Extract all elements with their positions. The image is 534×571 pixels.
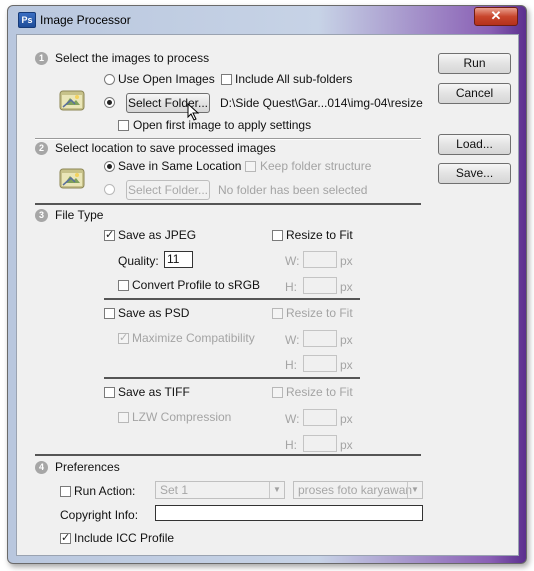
section3-heading: File Type [55,208,104,222]
section1-heading: Select the images to process [55,51,210,65]
save-as-psd-checkbox[interactable] [104,308,115,319]
section2-heading: Select location to save processed images [55,141,276,155]
copyright-label: Copyright Info: [60,508,139,522]
open-first-image-label[interactable]: Open first image to apply settings [133,118,311,132]
keep-folder-structure-checkbox[interactable] [245,161,256,172]
psd-width-input[interactable] [303,330,337,347]
quality-input[interactable]: 11 [164,251,193,268]
use-open-images-radio[interactable] [104,74,115,85]
jpeg-height-label: H: [285,280,297,294]
save-as-tiff-label[interactable]: Save as TIFF [118,385,190,399]
title-bar[interactable]: Ps Image Processor ✕ [8,6,526,32]
close-button[interactable]: ✕ [474,7,518,26]
copyright-input[interactable] [155,505,423,521]
convert-srgb-label[interactable]: Convert Profile to sRGB [132,278,260,292]
include-icc-label[interactable]: Include ICC Profile [74,531,174,545]
jpeg-height-unit: px [340,280,353,294]
psd-height-unit: px [340,358,353,372]
maximize-compatibility-checkbox[interactable]: ✓ [118,333,129,344]
jpeg-resize-checkbox[interactable] [272,230,283,241]
lzw-compression-label[interactable]: LZW Compression [132,410,231,424]
save-as-tiff-checkbox[interactable] [104,387,115,398]
tiff-height-unit: px [340,438,353,452]
window-title: Image Processor [40,13,131,27]
use-open-images-label[interactable]: Use Open Images [118,72,215,86]
section4-heading: Preferences [55,460,120,474]
select-dest-folder-button[interactable]: Select Folder... [126,180,210,200]
save-same-location-label[interactable]: Save in Same Location [118,159,241,173]
chevron-down-icon: ▼ [407,482,422,498]
save-as-psd-label[interactable]: Save as PSD [118,306,189,320]
action-set-select[interactable]: Set 1 ▼ [155,481,285,499]
step-4-badge: 4 [35,461,48,474]
save-as-jpeg-label[interactable]: Save as JPEG [118,228,196,242]
include-subfolders-label[interactable]: Include All sub-folders [235,72,352,86]
save-settings-button[interactable]: Save... [438,163,511,184]
section-divider [35,138,421,140]
maximize-compatibility-label[interactable]: Maximize Compatibility [132,331,255,345]
photoshop-app-icon: Ps [18,12,36,28]
load-button[interactable]: Load... [438,134,511,155]
keep-folder-structure-label[interactable]: Keep folder structure [260,159,371,173]
tiff-width-unit: px [340,412,353,426]
jpeg-resize-label[interactable]: Resize to Fit [286,228,353,242]
section-divider [35,454,421,456]
include-icc-checkbox[interactable]: ✓ [60,533,71,544]
jpeg-width-input[interactable] [303,251,337,268]
tiff-width-label: W: [285,412,300,426]
jpeg-width-label: W: [285,254,300,268]
tiff-resize-label[interactable]: Resize to Fit [286,385,353,399]
tiff-height-label: H: [285,438,297,452]
run-action-label[interactable]: Run Action: [74,484,135,498]
tiff-width-input[interactable] [303,409,337,426]
open-first-image-checkbox[interactable] [118,120,129,131]
psd-width-unit: px [340,333,353,347]
action-set-value: Set 1 [160,483,189,497]
select-dest-folder-radio[interactable] [104,184,115,195]
select-folder-radio[interactable] [104,97,115,108]
step-2-badge: 2 [35,142,48,155]
tiff-resize-checkbox[interactable] [272,387,283,398]
section-divider [35,203,421,205]
step-1-badge: 1 [35,52,48,65]
dialog-body: 1 Select the images to process Use Open … [16,34,519,556]
action-name-select[interactable]: proses foto karyawan ▼ [293,481,423,499]
folder-save-icon [59,168,85,189]
action-name-value: proses foto karyawan [298,483,413,497]
convert-srgb-checkbox[interactable] [118,280,129,291]
filetype-divider [104,298,360,300]
psd-resize-checkbox[interactable] [272,308,283,319]
run-button[interactable]: Run [438,53,511,74]
save-same-location-radio[interactable] [104,161,115,172]
image-processor-window: Ps Image Processor ✕ 1 Select the images… [7,5,527,564]
jpeg-height-input[interactable] [303,277,337,294]
lzw-compression-checkbox[interactable] [118,412,129,423]
chevron-down-icon: ▼ [269,482,284,498]
folder-images-icon [59,90,85,111]
psd-height-label: H: [285,358,297,372]
no-folder-selected-text: No folder has been selected [218,183,368,197]
psd-resize-label[interactable]: Resize to Fit [286,306,353,320]
source-folder-path: D:\Side Quest\Gar...014\img-04\resize [220,96,423,110]
include-subfolders-checkbox[interactable] [221,74,232,85]
tiff-height-input[interactable] [303,435,337,452]
run-action-checkbox[interactable] [60,486,71,497]
filetype-divider [104,377,360,379]
psd-width-label: W: [285,333,300,347]
save-as-jpeg-checkbox[interactable]: ✓ [104,230,115,241]
quality-label: Quality: [118,254,159,268]
step-3-badge: 3 [35,209,48,222]
psd-height-input[interactable] [303,355,337,372]
jpeg-width-unit: px [340,254,353,268]
cancel-button[interactable]: Cancel [438,83,511,104]
